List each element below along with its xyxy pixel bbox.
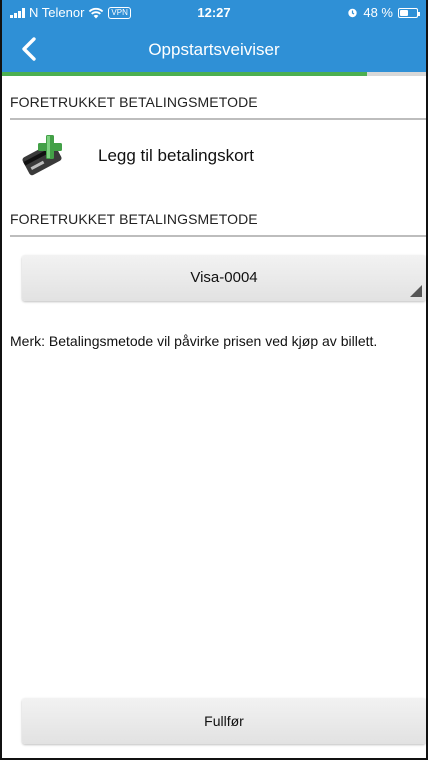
battery-icon — [398, 7, 420, 18]
status-right: 48 % — [347, 5, 420, 20]
add-card-icon — [18, 133, 70, 179]
finish-button[interactable]: Fullfør — [22, 698, 426, 744]
battery-percent: 48 % — [363, 5, 393, 20]
progress-fill — [2, 72, 367, 76]
screen: N Telenor VPN 12:27 48 % Oppstartsveivis… — [0, 0, 428, 760]
progress-bar — [2, 72, 426, 76]
selected-payment-method: Visa-0004 — [190, 269, 258, 286]
divider — [10, 118, 426, 120]
alarm-icon — [348, 8, 358, 18]
add-card-label: Legg til betalingskort — [98, 146, 254, 165]
divider — [10, 235, 426, 237]
status-bar: N Telenor VPN 12:27 48 % — [2, 0, 426, 28]
payment-method-select[interactable]: Visa-0004 — [22, 255, 426, 301]
dropdown-corner-icon — [410, 285, 422, 297]
header-bar: N Telenor VPN 12:27 48 % Oppstartsveivis… — [2, 0, 426, 73]
section-label-preferred: FORETRUKKET BETALINGSMETODE — [10, 211, 258, 227]
page-title: Oppstartsveiviser — [148, 40, 280, 59]
section-label-payment: FORETRUKKET BETALINGSMETODE — [10, 94, 258, 110]
add-card-button[interactable]: Legg til betalingskort — [10, 132, 426, 180]
nav-bar: Oppstartsveiviser — [2, 30, 426, 70]
payment-note: Merk: Betalingsmetode vil påvirke prisen… — [10, 333, 378, 349]
